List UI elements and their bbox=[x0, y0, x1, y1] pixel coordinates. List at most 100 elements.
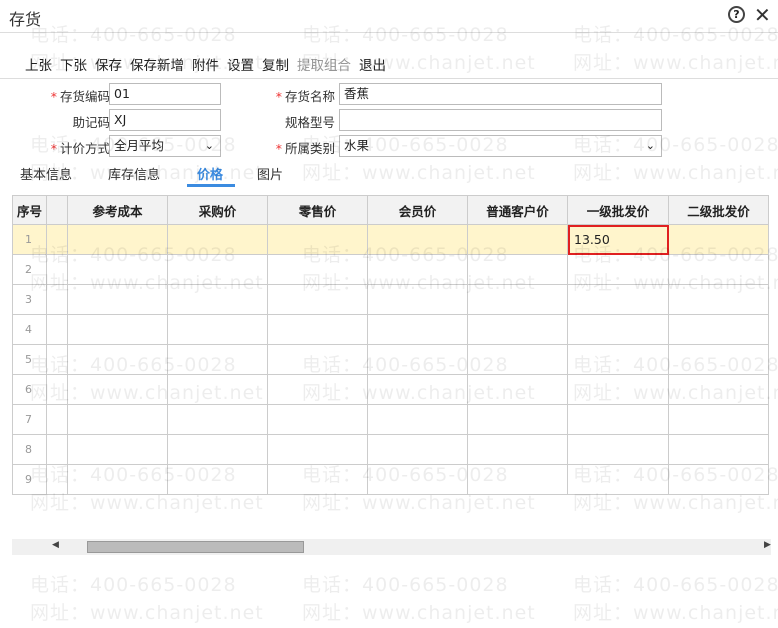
col-purchase-price-cell[interactable] bbox=[167, 224, 268, 255]
col-purchase-price-cell[interactable] bbox=[167, 374, 268, 405]
col-wholesale-2-header[interactable]: 二级批发价 bbox=[668, 195, 769, 225]
col-wholesale-2-cell[interactable] bbox=[668, 284, 769, 315]
scroll-left-icon[interactable]: ◀ bbox=[52, 540, 59, 550]
col-ref-cost-cell[interactable] bbox=[67, 254, 168, 285]
col-purchase-price-cell[interactable] bbox=[167, 404, 268, 435]
col-customer-price-cell[interactable] bbox=[467, 224, 568, 255]
col-wholesale-2-cell[interactable] bbox=[668, 314, 769, 345]
col-member-price-cell[interactable] bbox=[367, 404, 468, 435]
col-blank-cell[interactable] bbox=[46, 284, 68, 315]
col-ref-cost-cell[interactable] bbox=[67, 464, 168, 495]
col-wholesale-2-cell[interactable] bbox=[668, 404, 769, 435]
col-purchase-price-cell[interactable] bbox=[167, 464, 268, 495]
mnemonic-input[interactable]: XJ bbox=[109, 109, 221, 131]
col-blank-header[interactable] bbox=[46, 195, 68, 225]
col-wholesale-1-cell[interactable]: 13.50 bbox=[567, 224, 669, 255]
col-blank-cell[interactable] bbox=[46, 344, 68, 375]
col-ref-cost-cell[interactable] bbox=[67, 314, 168, 345]
scrollbar-thumb[interactable] bbox=[87, 541, 304, 553]
col-retail-price-cell[interactable] bbox=[267, 224, 368, 255]
col-wholesale-2-cell[interactable] bbox=[668, 464, 769, 495]
col-ref-cost-cell[interactable] bbox=[67, 374, 168, 405]
col-retail-price-cell[interactable] bbox=[267, 314, 368, 345]
col-retail-price-cell[interactable] bbox=[267, 374, 368, 405]
col-ref-cost-header[interactable]: 参考成本 bbox=[67, 195, 168, 225]
col-retail-price-cell[interactable] bbox=[267, 284, 368, 315]
col-member-price-cell[interactable] bbox=[367, 224, 468, 255]
next-button[interactable]: 下张 bbox=[60, 54, 87, 74]
col-wholesale-2-cell[interactable] bbox=[668, 374, 769, 405]
col-customer-price-cell[interactable] bbox=[467, 254, 568, 285]
col-wholesale-1-cell[interactable] bbox=[567, 344, 669, 375]
col-ref-cost-cell[interactable] bbox=[67, 434, 168, 465]
col-retail-price-header[interactable]: 零售价 bbox=[267, 195, 368, 225]
settings-button[interactable]: 设置 bbox=[227, 54, 254, 74]
table-row[interactable]: 6 bbox=[12, 374, 769, 405]
table-row[interactable]: 1 13.50 bbox=[12, 224, 769, 255]
col-member-price-cell[interactable] bbox=[367, 344, 468, 375]
col-purchase-price-cell[interactable] bbox=[167, 434, 268, 465]
col-blank-cell[interactable] bbox=[46, 434, 68, 465]
col-wholesale-1-header[interactable]: 一级批发价 bbox=[567, 195, 669, 225]
col-member-price-cell[interactable] bbox=[367, 464, 468, 495]
table-row[interactable]: 7 bbox=[12, 404, 769, 435]
col-retail-price-cell[interactable] bbox=[267, 344, 368, 375]
attachment-button[interactable]: 附件 bbox=[192, 54, 219, 74]
tab-stock-info[interactable]: 库存信息 bbox=[108, 164, 160, 183]
col-member-price-cell[interactable] bbox=[367, 374, 468, 405]
col-index-header[interactable]: 序号 bbox=[12, 195, 47, 225]
col-wholesale-1-cell[interactable] bbox=[567, 254, 669, 285]
col-ref-cost-cell[interactable] bbox=[67, 404, 168, 435]
code-input[interactable]: 01 bbox=[109, 83, 221, 105]
col-blank-cell[interactable] bbox=[46, 254, 68, 285]
tab-images[interactable]: 图片 bbox=[257, 164, 283, 183]
col-customer-price-header[interactable]: 普通客户价 bbox=[467, 195, 568, 225]
save-button[interactable]: 保存 bbox=[95, 54, 122, 74]
col-customer-price-cell[interactable] bbox=[467, 404, 568, 435]
col-customer-price-cell[interactable] bbox=[467, 314, 568, 345]
table-row[interactable]: 8 bbox=[12, 434, 769, 465]
col-ref-cost-cell[interactable] bbox=[67, 344, 168, 375]
col-member-price-cell[interactable] bbox=[367, 254, 468, 285]
tab-basic-info[interactable]: 基本信息 bbox=[20, 164, 72, 183]
col-customer-price-cell[interactable] bbox=[467, 434, 568, 465]
col-customer-price-cell[interactable] bbox=[467, 374, 568, 405]
table-row[interactable]: 9 bbox=[12, 464, 769, 495]
category-select[interactable]: 水果 ⌄ bbox=[339, 135, 662, 157]
table-row[interactable]: 4 bbox=[12, 314, 769, 345]
table-row[interactable]: 3 bbox=[12, 284, 769, 315]
spec-input[interactable] bbox=[339, 109, 662, 131]
col-member-price-cell[interactable] bbox=[367, 314, 468, 345]
col-member-price-cell[interactable] bbox=[367, 434, 468, 465]
col-member-price-header[interactable]: 会员价 bbox=[367, 195, 468, 225]
col-blank-cell[interactable] bbox=[46, 314, 68, 345]
exit-button[interactable]: 退出 bbox=[359, 54, 386, 74]
col-retail-price-cell[interactable] bbox=[267, 254, 368, 285]
col-customer-price-cell[interactable] bbox=[467, 284, 568, 315]
col-blank-cell[interactable] bbox=[46, 404, 68, 435]
col-retail-price-cell[interactable] bbox=[267, 434, 368, 465]
col-wholesale-1-cell[interactable] bbox=[567, 404, 669, 435]
col-purchase-price-cell[interactable] bbox=[167, 254, 268, 285]
col-wholesale-1-cell[interactable] bbox=[567, 374, 669, 405]
table-row[interactable]: 2 bbox=[12, 254, 769, 285]
col-blank-cell[interactable] bbox=[46, 464, 68, 495]
col-wholesale-2-cell[interactable] bbox=[668, 224, 769, 255]
col-purchase-price-cell[interactable] bbox=[167, 284, 268, 315]
col-wholesale-1-cell[interactable] bbox=[567, 314, 669, 345]
col-wholesale-2-cell[interactable] bbox=[668, 344, 769, 375]
copy-button[interactable]: 复制 bbox=[262, 54, 289, 74]
col-purchase-price-cell[interactable] bbox=[167, 344, 268, 375]
col-member-price-cell[interactable] bbox=[367, 284, 468, 315]
scroll-right-icon[interactable]: ▶ bbox=[764, 540, 771, 550]
col-wholesale-2-cell[interactable] bbox=[668, 434, 769, 465]
col-purchase-price-cell[interactable] bbox=[167, 314, 268, 345]
col-wholesale-1-cell[interactable] bbox=[567, 284, 669, 315]
close-icon[interactable]: ✕ bbox=[754, 3, 771, 27]
tab-price[interactable]: 价格 bbox=[197, 164, 223, 183]
col-ref-cost-cell[interactable] bbox=[67, 224, 168, 255]
horizontal-scrollbar[interactable]: ◀ ▶ bbox=[12, 539, 771, 555]
col-blank-cell[interactable] bbox=[46, 224, 68, 255]
col-purchase-price-header[interactable]: 采购价 bbox=[167, 195, 268, 225]
col-retail-price-cell[interactable] bbox=[267, 464, 368, 495]
